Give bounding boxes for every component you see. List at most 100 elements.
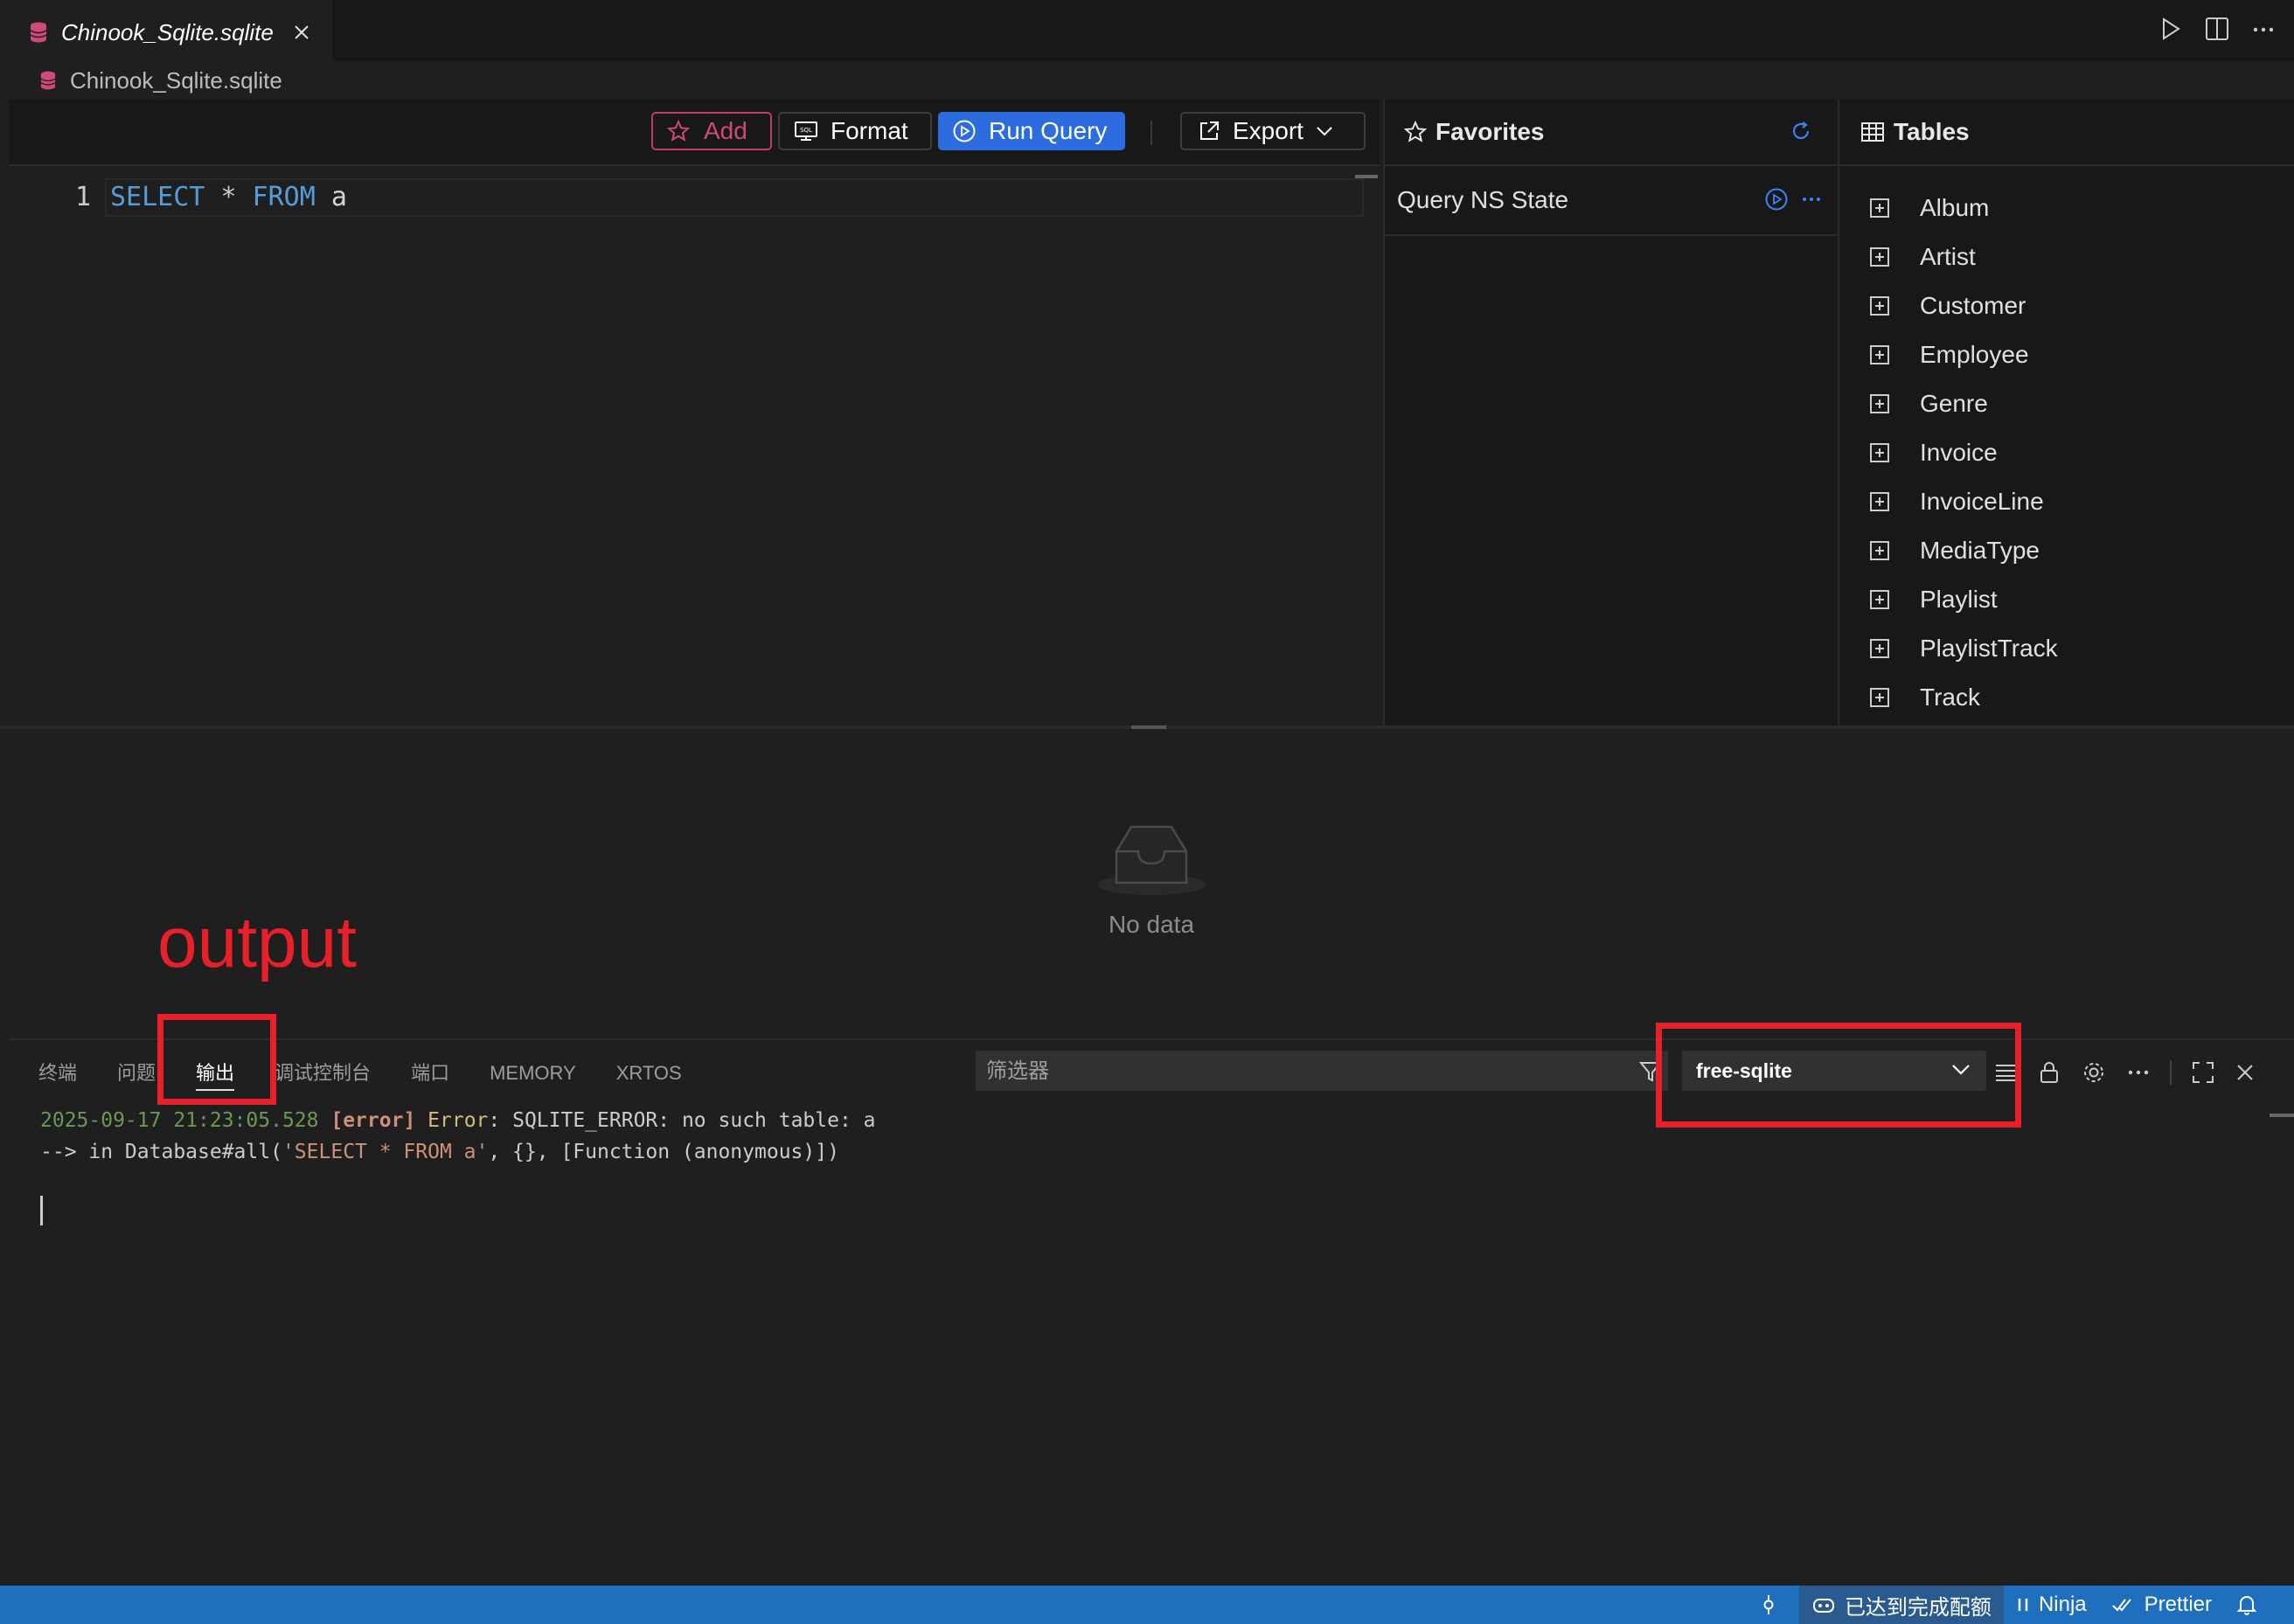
expand-icon[interactable] (1869, 687, 1890, 708)
more-icon[interactable] (1801, 187, 1822, 212)
log-line2-sql: 'SELECT * FROM a' (282, 1141, 489, 1163)
toolbar-divider (1150, 121, 1152, 145)
ninja-icon (2018, 1599, 2028, 1611)
expand-icon[interactable] (1869, 295, 1890, 316)
panel-tab[interactable]: 问题 (117, 1056, 156, 1091)
filter-box[interactable] (976, 1051, 1668, 1093)
expand-icon[interactable] (1869, 344, 1890, 365)
run-icon[interactable] (2159, 16, 2182, 42)
sql-editor[interactable]: 1 SELECT * FROM a (9, 166, 1380, 725)
status-quota-label: 已达到完成配额 (1844, 1595, 1992, 1620)
table-item[interactable]: InvoiceLine (1839, 477, 2058, 526)
results-area: No data (9, 729, 2294, 1038)
filter-input[interactable] (976, 1051, 1617, 1093)
more-icon[interactable] (2126, 1060, 2151, 1085)
table-name: Invoice (1920, 439, 1998, 466)
table-item[interactable]: Playlist (1839, 575, 2058, 624)
annotation-box-channel (1656, 1023, 2021, 1128)
tables-title: Tables (1894, 118, 1970, 145)
identifier: a (330, 182, 347, 212)
status-prettier[interactable]: Prettier (2099, 1586, 2224, 1624)
expand-icon[interactable] (1869, 198, 1890, 219)
tab-chinook[interactable]: Chinook_Sqlite.sqlite (0, 0, 332, 63)
table-item[interactable]: PlaylistTrack (1839, 624, 2058, 673)
expand-icon[interactable] (1869, 491, 1890, 512)
format-button[interactable]: SQL Format (778, 112, 932, 150)
split-editor-icon[interactable] (2205, 16, 2229, 42)
maximize-icon[interactable] (2191, 1060, 2215, 1085)
export-icon (1200, 121, 1219, 140)
line-number: 1 (75, 182, 92, 212)
gear-icon[interactable] (2081, 1059, 2107, 1086)
panel-tab[interactable]: 调试控制台 (275, 1056, 371, 1091)
panel-tabs: 终端 问题 输出 调试控制台 端口 MEMORY XRTOS (38, 1056, 722, 1091)
expand-icon[interactable] (1869, 638, 1890, 659)
favorites-panel: Favorites Query NS State (1383, 100, 1838, 725)
breadcrumb[interactable]: Chinook_Sqlite.sqlite (0, 61, 2294, 100)
tables-header: Tables (1839, 100, 2294, 166)
favorites-header: Favorites (1385, 100, 1838, 166)
status-copilot-quota[interactable]: 已达到完成配额 (1798, 1586, 2004, 1624)
panel-scrollbar[interactable] (2270, 1114, 2294, 1117)
run-query-button[interactable]: Run Query (938, 112, 1125, 150)
expand-icon[interactable] (1869, 589, 1890, 610)
table-name: MediaType (1920, 537, 2040, 564)
text-cursor (40, 1196, 43, 1225)
expand-icon[interactable] (1869, 442, 1890, 463)
table-item[interactable]: Album (1839, 184, 2058, 232)
add-favorite-button[interactable]: Add (651, 112, 772, 150)
favorite-item[interactable]: Query NS State (1385, 166, 1838, 236)
copilot-icon (1812, 1599, 1834, 1613)
editor-tab-bar: Chinook_Sqlite.sqlite (0, 0, 2294, 63)
database-icon (40, 71, 56, 90)
export-dropdown[interactable]: Export (1180, 112, 1366, 150)
table-name: Artist (1920, 243, 1976, 270)
panel-tab[interactable]: XRTOS (616, 1056, 682, 1091)
empty-inbox-icon (1097, 825, 1206, 895)
panel-actions (1993, 1059, 2256, 1086)
status-notifications[interactable] (2224, 1586, 2278, 1624)
status-ninja-label: Ninja (2038, 1593, 2087, 1616)
log-line2-suffix: , {}, [Function (anonymous)]) (488, 1141, 839, 1163)
operator-star: * (220, 182, 237, 212)
table-list: Album Artist Customer Employee Genre Invoice I… (1839, 184, 2058, 722)
play-circle-icon[interactable] (1764, 187, 1789, 212)
status-prettier-label: Prettier (2144, 1593, 2212, 1616)
table-item[interactable]: MediaType (1839, 526, 2058, 575)
star-icon (667, 120, 690, 142)
run-query-label: Run Query (989, 117, 1108, 144)
star-icon (1404, 121, 1427, 142)
table-name: Genre (1920, 390, 1988, 417)
status-ninja[interactable]: Ninja (2004, 1586, 2099, 1624)
table-icon (1861, 122, 1884, 142)
more-icon[interactable] (2252, 16, 2275, 42)
table-name: Track (1920, 684, 1980, 711)
refresh-icon[interactable] (1789, 119, 1813, 143)
table-name: PlaylistTrack (1920, 635, 2058, 662)
close-icon[interactable] (2235, 1062, 2256, 1083)
panel-tab[interactable]: 端口 (411, 1056, 449, 1091)
table-item[interactable]: Invoice (1839, 428, 2058, 477)
table-item[interactable]: Track (1839, 673, 2058, 722)
table-item[interactable]: Employee (1839, 330, 2058, 379)
expand-icon[interactable] (1869, 540, 1890, 561)
output-log[interactable]: 2025-09-17 21:23:05.528 [error] Error: S… (40, 1105, 876, 1168)
expand-icon[interactable] (1869, 393, 1890, 414)
code-line[interactable]: SELECT * FROM a (110, 182, 347, 212)
table-name: Playlist (1920, 586, 1998, 613)
log-line2-prefix: --> in Database#all( (40, 1141, 282, 1163)
table-item[interactable]: Customer (1839, 281, 2058, 330)
expand-icon[interactable] (1869, 246, 1890, 267)
editor-actions (2159, 16, 2275, 42)
editor-scrollbar[interactable] (1355, 175, 1378, 178)
table-item[interactable]: Genre (1839, 379, 2058, 428)
panel-tab[interactable]: MEMORY (490, 1056, 576, 1091)
status-source-control[interactable] (1747, 1586, 1799, 1624)
panel-tab[interactable]: 终端 (38, 1056, 77, 1091)
table-name: Customer (1920, 292, 2026, 319)
lock-icon[interactable] (2037, 1060, 2061, 1085)
close-icon[interactable] (293, 24, 310, 41)
keyword-from: FROM (252, 182, 316, 212)
table-item[interactable]: Artist (1839, 232, 2058, 281)
status-bar: 已达到完成配额 Ninja Prettier (0, 1586, 2294, 1624)
